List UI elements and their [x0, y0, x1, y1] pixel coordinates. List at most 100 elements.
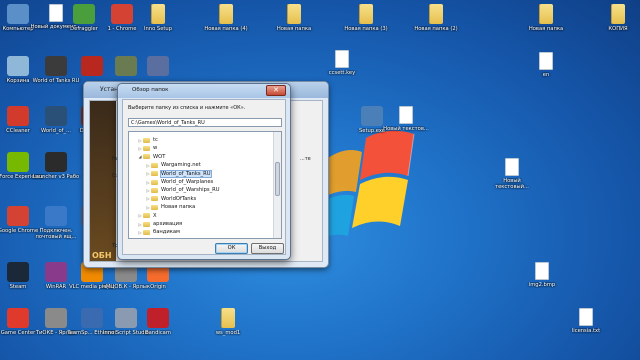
- scroll-thumb[interactable]: [275, 162, 280, 196]
- desktop-icon[interactable]: img2.bmp: [516, 262, 568, 288]
- folder-icon: [151, 162, 158, 168]
- folder-icon: [151, 171, 158, 177]
- desktop-icon-label: Новая папка (4): [204, 26, 248, 32]
- desktop-icon[interactable]: Bandicam: [132, 308, 184, 336]
- installer-banner-text: ОБН: [92, 251, 112, 260]
- document-icon: [505, 158, 519, 176]
- desktop-icon[interactable]: Новая папка: [520, 4, 572, 32]
- wot-icon: [45, 56, 67, 76]
- desktop-icon-label: Новая папка (2): [414, 26, 458, 32]
- desktop-icon-label: img2.bmp: [528, 282, 556, 288]
- desktop-icon[interactable]: Inno Setup: [132, 4, 184, 32]
- tree-item[interactable]: ▷ tc: [137, 136, 157, 144]
- desktop-icon-label: Новый текстовый...: [495, 178, 529, 190]
- winrar-icon: [45, 262, 67, 282]
- desktop-icon[interactable]: Новая папка (3): [340, 4, 392, 32]
- browse-folder-dialog[interactable]: Обзор папок ✕ Выберите папку из списка и…: [117, 83, 291, 260]
- folder-icon: [221, 308, 235, 328]
- windows-logo: [318, 130, 415, 240]
- ok-button[interactable]: ОК: [215, 243, 248, 254]
- folder-icon: [429, 4, 443, 24]
- folder-icon: [151, 204, 158, 210]
- steam-icon: [7, 262, 29, 282]
- tree-item-label: X: [153, 212, 157, 219]
- bandicam-icon: [147, 308, 169, 328]
- tree-item[interactable]: ▷ Wargaming.net: [145, 161, 200, 169]
- desktop-icon-label: Bandicam: [145, 330, 171, 336]
- wows-icon: [45, 106, 67, 126]
- desktop-icon[interactable]: en: [520, 52, 572, 78]
- cancel-button[interactable]: Выход: [251, 243, 284, 254]
- desktop-icon[interactable]: Новая папка (4): [200, 4, 252, 32]
- browse-content: Выберите папку из списка и нажмите «ОК».…: [122, 99, 286, 255]
- tree-item-label: World_of_Warplanes: [161, 179, 214, 185]
- folder-icon: [287, 4, 301, 24]
- tree-item[interactable]: ▷ World_of_Warplanes: [145, 178, 213, 186]
- launcher-icon: [45, 152, 67, 172]
- desktop-icon[interactable]: Новый текстов...: [380, 106, 432, 132]
- tree-item-label: архивация: [153, 221, 183, 227]
- tree-item[interactable]: ▷ архивация: [137, 220, 182, 228]
- image-icon: [535, 262, 549, 280]
- tree-item-label: w: [153, 145, 158, 152]
- desktop-icon[interactable]: licensia.txt: [560, 308, 612, 334]
- desktop-icon[interactable]: КОПИЯ: [592, 4, 640, 32]
- folder-path-input[interactable]: [128, 118, 282, 127]
- document-icon: [579, 308, 593, 326]
- tree-item-label: World_of_Tanks_RU: [160, 169, 212, 178]
- desktop-icon-label: ccsett.key: [328, 70, 356, 76]
- desktop-icon-label: World of Tanks RU: [32, 78, 80, 84]
- tree-item[interactable]: ▷ X: [137, 212, 157, 220]
- folder-icon: [359, 4, 373, 24]
- recycle-bin-icon: [7, 56, 29, 76]
- desktop-icon[interactable]: Launcher v3 Рабо: [30, 152, 82, 180]
- tree-item[interactable]: ▷ Новая папка: [145, 203, 195, 211]
- folder-icon: [151, 196, 158, 202]
- browse-description: Выберите папку из списка и нажмите «ОК».: [128, 105, 246, 111]
- tree-item[interactable]: ▷ World_of_Warships_RU: [145, 186, 219, 194]
- desktop-icon-label: Inno Setup: [143, 26, 173, 32]
- browse-title-bar[interactable]: Обзор папок ✕: [118, 84, 290, 98]
- defraggler-icon: [73, 4, 95, 24]
- document-icon: [539, 52, 553, 70]
- folder-icon: [143, 229, 150, 235]
- folder-icon: [151, 179, 158, 185]
- desktop-icon[interactable]: Новая папка: [268, 4, 320, 32]
- geforce-icon: [7, 152, 29, 172]
- desktop-icon-label: Новая папка (3): [344, 26, 388, 32]
- game-center-icon: [7, 308, 29, 328]
- computer-icon: [7, 4, 29, 24]
- desktop-icon-label: Origin: [150, 284, 166, 290]
- folder-icon: [143, 137, 150, 143]
- tree-item-label: бандикам: [153, 229, 180, 236]
- installer-icon: [147, 56, 169, 76]
- tree-item[interactable]: ▷ w: [137, 144, 157, 152]
- tree-item[interactable]: ▷ бандикам: [137, 228, 180, 236]
- desktop-icon[interactable]: [132, 56, 184, 78]
- desktop-icon-label: ws_mod1: [215, 330, 241, 336]
- shortcut-icon: [45, 308, 67, 328]
- desktop-icon-label: КОПИЯ: [608, 26, 628, 32]
- desktop-icon[interactable]: Новый текстовый...: [486, 158, 538, 190]
- folder-icon: [143, 145, 150, 151]
- folder-tree[interactable]: ▷ tc ▷ w ◢ WOT ▷ Wargaming.net ▷ World_of_Tanks_R…: [128, 131, 282, 239]
- tree-item[interactable]: ▷ World_of_Tanks_RU: [145, 169, 212, 178]
- desktop-icon[interactable]: ccsett.key: [316, 50, 368, 76]
- folder-icon: [143, 154, 150, 160]
- chrome-icon: [111, 4, 133, 24]
- tree-item[interactable]: ◢ WOT: [137, 153, 165, 161]
- tree-scrollbar[interactable]: [273, 132, 281, 238]
- folder-icon: [143, 213, 150, 219]
- desktop-icon-label: Новый текстов...: [383, 126, 429, 132]
- desktop-icon[interactable]: Новая папка (2): [410, 4, 462, 32]
- folder-icon: [539, 4, 553, 24]
- tree-item-label: Новая папка: [161, 204, 196, 211]
- folder-icon: [143, 221, 150, 227]
- ccleaner-icon: [7, 106, 29, 126]
- tree-item-label: WorldOfTanks: [161, 195, 197, 202]
- folder-icon: [151, 187, 158, 193]
- desktop-icon[interactable]: ws_mod1: [202, 308, 254, 336]
- tree-item[interactable]: ▷ WorldOfTanks: [145, 195, 196, 203]
- close-button[interactable]: ✕: [266, 85, 286, 96]
- installer-banner: ОБН: [90, 101, 116, 261]
